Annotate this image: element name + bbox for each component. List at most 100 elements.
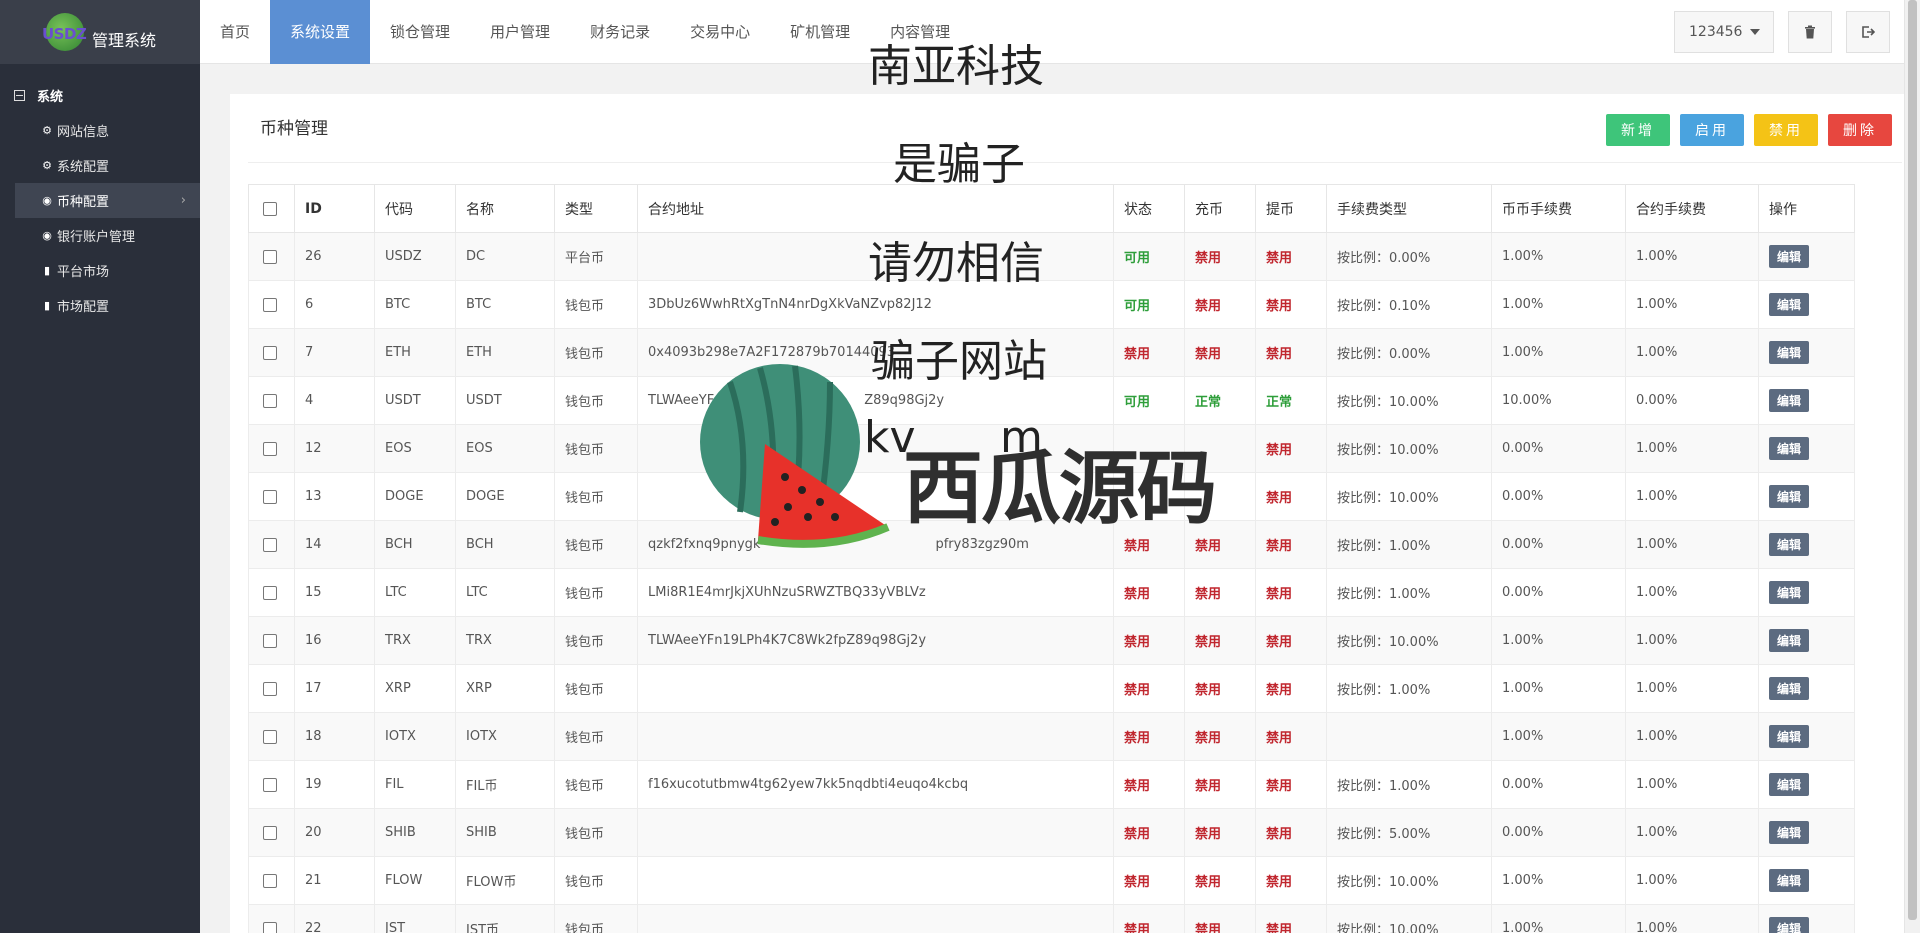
cell-code: XRP bbox=[374, 664, 456, 713]
cell-withdraw: 禁用 bbox=[1255, 520, 1327, 569]
sidebar: USDZ 管理系统 系统 ⚙ 网站信息 ⚙ 系统配置 ◉ 币种配置 › ◉ 银行账户管理 ▮ 平台市… bbox=[0, 0, 200, 933]
cell-status-text: 禁用 bbox=[1124, 539, 1151, 554]
cell-name: USDT bbox=[455, 376, 555, 425]
sidebar-item-0[interactable]: ⚙ 网站信息 bbox=[0, 113, 200, 148]
cell-address-text: 0x4093b298e7A2F172879b70144093 bbox=[648, 345, 896, 360]
edit-button[interactable]: 编辑 bbox=[1769, 245, 1810, 268]
cell-status-text: 禁用 bbox=[1124, 923, 1151, 933]
nav-tab-6[interactable]: 矿机管理 bbox=[770, 0, 870, 64]
edit-button[interactable]: 编辑 bbox=[1769, 341, 1810, 364]
row-select-cell bbox=[248, 712, 295, 761]
nav-tab-3[interactable]: 用户管理 bbox=[470, 0, 570, 64]
cell-code-text: IOTX bbox=[385, 729, 416, 744]
cell-deposit: 禁用 bbox=[1184, 664, 1256, 713]
select-all-checkbox[interactable] bbox=[263, 201, 277, 216]
cell-coin_fee: 0.00% bbox=[1491, 472, 1626, 521]
cell-contract_fee-text: 1.00% bbox=[1636, 681, 1678, 696]
row-checkbox[interactable] bbox=[263, 489, 277, 504]
edit-button[interactable]: 编辑 bbox=[1769, 437, 1810, 460]
row-checkbox[interactable] bbox=[263, 825, 277, 840]
nav-tab-0[interactable]: 首页 bbox=[200, 0, 270, 64]
cell-type: 钱包币 bbox=[554, 424, 638, 473]
cell-id: 22 bbox=[294, 904, 375, 933]
row-checkbox[interactable] bbox=[263, 393, 277, 408]
page-scrollbar[interactable] bbox=[1904, 0, 1920, 933]
cell-type-text: 钱包币 bbox=[565, 347, 605, 362]
cell-coin_fee-text: 1.00% bbox=[1502, 297, 1544, 312]
table-row: 17 XRP XRP 钱包币 禁用 禁用 禁用 按比例：1.00% 1.00% 1.00% 编辑 bbox=[248, 664, 1855, 713]
row-checkbox[interactable] bbox=[263, 249, 277, 264]
cell-id-text: 19 bbox=[305, 777, 322, 792]
edit-button[interactable]: 编辑 bbox=[1769, 533, 1810, 556]
cell-id-text: 21 bbox=[305, 873, 322, 888]
edit-button[interactable]: 编辑 bbox=[1769, 677, 1810, 700]
row-checkbox[interactable] bbox=[263, 921, 277, 933]
cell-deposit-text: 禁用 bbox=[1195, 539, 1222, 554]
edit-button[interactable]: 编辑 bbox=[1769, 629, 1810, 652]
disable-button[interactable]: 禁用 bbox=[1754, 114, 1818, 146]
sidebar-item-4[interactable]: ▮ 平台市场 bbox=[0, 253, 200, 288]
clear-cache-button[interactable] bbox=[1788, 11, 1832, 53]
edit-button[interactable]: 编辑 bbox=[1769, 725, 1810, 748]
sidebar-group-system[interactable]: 系统 bbox=[0, 64, 200, 113]
cell-address-text: TLWAeeYFn19LPh4K7C8Wk2fpZ89q98Gj2y bbox=[648, 633, 927, 648]
cell-code: DOGE bbox=[374, 472, 456, 521]
edit-button[interactable]: 编辑 bbox=[1769, 773, 1810, 796]
row-actions-cell: 编辑 bbox=[1758, 664, 1855, 713]
edit-button[interactable]: 编辑 bbox=[1769, 293, 1810, 316]
nav-tab-5[interactable]: 交易中心 bbox=[670, 0, 770, 64]
nav-tab-4[interactable]: 财务记录 bbox=[570, 0, 670, 64]
scrollbar-thumb[interactable] bbox=[1908, 0, 1917, 920]
add-button[interactable]: 新增 bbox=[1606, 114, 1670, 146]
cell-status: 禁用 bbox=[1113, 760, 1185, 809]
row-actions-cell: 编辑 bbox=[1758, 280, 1855, 329]
cell-coin_fee-text: 0.00% bbox=[1502, 537, 1544, 552]
cell-name: ETH bbox=[455, 328, 555, 377]
nav-tab-2[interactable]: 锁仓管理 bbox=[370, 0, 470, 64]
nav-tab-1[interactable]: 系统设置 bbox=[270, 0, 371, 64]
edit-button[interactable]: 编辑 bbox=[1769, 485, 1810, 508]
watermark-line-1: 南亚科技 bbox=[868, 41, 1044, 92]
user-dropdown[interactable]: 123456 bbox=[1674, 11, 1774, 53]
delete-button[interactable]: 删除 bbox=[1828, 114, 1892, 146]
row-checkbox[interactable] bbox=[263, 297, 277, 312]
row-checkbox[interactable] bbox=[263, 441, 277, 456]
logout-button[interactable] bbox=[1846, 11, 1890, 53]
edit-button[interactable]: 编辑 bbox=[1769, 821, 1810, 844]
sidebar-item-5[interactable]: ▮ 市场配置 bbox=[0, 288, 200, 323]
row-checkbox[interactable] bbox=[263, 873, 277, 888]
cell-type-text: 钱包币 bbox=[565, 443, 605, 458]
cell-status: 禁用 bbox=[1113, 328, 1185, 377]
sidebar-item-2[interactable]: ◉ 币种配置 › bbox=[15, 183, 200, 218]
cell-withdraw-text: 禁用 bbox=[1266, 587, 1293, 602]
row-checkbox[interactable] bbox=[263, 633, 277, 648]
row-checkbox[interactable] bbox=[263, 777, 277, 792]
cell-withdraw: 禁用 bbox=[1255, 712, 1327, 761]
edit-button[interactable]: 编辑 bbox=[1769, 869, 1810, 892]
cell-address-text: LMi8R1E4mrJkjXUhNzuSRWZTBQ33yVBLVz bbox=[648, 585, 926, 600]
cell-name-text: TRX bbox=[466, 633, 492, 648]
row-checkbox[interactable] bbox=[263, 585, 277, 600]
cell-coin_fee: 1.00% bbox=[1491, 856, 1626, 905]
cell-code: ETH bbox=[374, 328, 456, 377]
cell-code-text: USDZ bbox=[385, 249, 422, 264]
row-checkbox[interactable] bbox=[263, 537, 277, 552]
edit-button[interactable]: 编辑 bbox=[1769, 389, 1810, 412]
cell-contract_fee-text: 1.00% bbox=[1636, 777, 1678, 792]
cell-contract_fee-text: 1.00% bbox=[1636, 537, 1678, 552]
sidebar-item-1[interactable]: ⚙ 系统配置 bbox=[0, 148, 200, 183]
row-checkbox[interactable] bbox=[263, 681, 277, 696]
row-checkbox[interactable] bbox=[263, 729, 277, 744]
sidebar-item-3[interactable]: ◉ 银行账户管理 bbox=[0, 218, 200, 253]
cell-coin_fee-text: 0.00% bbox=[1502, 489, 1544, 504]
enable-button[interactable]: 启用 bbox=[1680, 114, 1744, 146]
cell-address: LMi8R1E4mrJkjXUhNzuSRWZTBQ33yVBLVz bbox=[637, 568, 1114, 617]
cell-id: 6 bbox=[294, 280, 375, 329]
edit-button[interactable]: 编辑 bbox=[1769, 581, 1810, 604]
cell-code: EOS bbox=[374, 424, 456, 473]
cell-code: USDT bbox=[374, 376, 456, 425]
row-checkbox[interactable] bbox=[263, 345, 277, 360]
edit-button[interactable]: 编辑 bbox=[1769, 917, 1810, 933]
cell-type-text: 钱包币 bbox=[565, 299, 605, 314]
row-actions-cell: 编辑 bbox=[1758, 808, 1855, 857]
